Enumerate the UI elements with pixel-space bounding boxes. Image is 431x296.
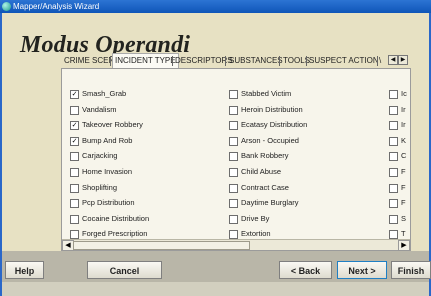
- option-label: Child Abuse: [241, 167, 282, 176]
- help-button[interactable]: Help: [5, 261, 44, 279]
- option-label: Bank Robbery: [241, 151, 289, 161]
- tab-scroll-right-icon[interactable]: ▶: [398, 55, 408, 65]
- tab-descriptors[interactable]: DESCRIPTORS: [175, 54, 233, 67]
- option-label: Takeover Robbery: [82, 120, 143, 130]
- tab-separator: [279, 56, 280, 66]
- window-title: Mapper/Analysis Wizard: [13, 2, 100, 11]
- option-label: S: [401, 213, 407, 223]
- tab-separator: [225, 56, 226, 66]
- option-label: Ic: [401, 89, 407, 98]
- option-label: Forged Prescription: [82, 229, 148, 239]
- option-label: K: [401, 135, 407, 145]
- horizontal-scrollbar[interactable]: ◀ ▶: [62, 239, 410, 251]
- option-label: Ir: [401, 120, 406, 130]
- option-label: Stabbed Victim: [241, 89, 292, 98]
- scrollbar-thumb[interactable]: [73, 241, 250, 250]
- option-label: Daytime Burglary: [241, 198, 299, 208]
- checkbox[interactable]: [389, 168, 398, 177]
- tab-truncated[interactable]: \: [379, 54, 381, 67]
- checkbox[interactable]: [229, 168, 238, 177]
- option-label: Shoplifting: [82, 182, 118, 192]
- option-label: Drive By: [241, 213, 270, 223]
- tab-suspect-action[interactable]: SUSPECT ACTION: [309, 54, 379, 67]
- option-label: Ir: [401, 104, 406, 114]
- checkbox[interactable]: ✓: [70, 136, 79, 146]
- checkbox[interactable]: [389, 199, 398, 209]
- scroll-right-icon[interactable]: ▶: [398, 240, 410, 251]
- checkbox[interactable]: [389, 183, 398, 193]
- checkbox[interactable]: [229, 152, 238, 162]
- checkbox[interactable]: [389, 105, 398, 115]
- option-label: Vandalism: [82, 104, 117, 114]
- option-label: F: [401, 167, 406, 176]
- finish-button[interactable]: Finish: [391, 261, 431, 279]
- checkbox[interactable]: ✓: [70, 121, 79, 131]
- checkbox[interactable]: [70, 168, 79, 177]
- footer-strip: [2, 282, 429, 296]
- option-label: T: [401, 229, 406, 239]
- tab-separator: [306, 56, 307, 66]
- checkbox[interactable]: [229, 214, 238, 224]
- checkbox[interactable]: [229, 199, 238, 209]
- tab-separator: [377, 56, 378, 66]
- option-label: C: [401, 151, 407, 161]
- tab-scroll-left-icon[interactable]: ◀: [388, 55, 398, 65]
- checkbox[interactable]: [70, 199, 79, 209]
- tab-separator: [172, 56, 173, 66]
- option-label: Home Invasion: [82, 167, 133, 176]
- tab-incident-type[interactable]: INCIDENT TYPE: [112, 53, 179, 68]
- option-label: Bump And Rob: [82, 135, 133, 145]
- checkbox[interactable]: [229, 90, 238, 99]
- option-label: F: [401, 182, 406, 192]
- option-label: F: [401, 198, 406, 208]
- option-label: Cocaine Distribution: [82, 213, 150, 223]
- incident-type-panel: ✓ Smash_Grab Vandalism ✓ Takeover Robbery ✓ Bu…: [61, 68, 411, 251]
- option-label: Ecatasy Distribution: [241, 120, 308, 130]
- checkbox[interactable]: [389, 121, 398, 131]
- back-button[interactable]: < Back: [279, 261, 332, 279]
- option-label: Heroin Distribution: [241, 104, 303, 114]
- checkbox[interactable]: [389, 90, 398, 99]
- checkbox[interactable]: [389, 136, 398, 146]
- option-label: Contract Case: [241, 182, 289, 192]
- checkbox[interactable]: [229, 136, 238, 146]
- checkbox[interactable]: [70, 214, 79, 224]
- next-button[interactable]: Next >: [337, 261, 387, 279]
- checkbox[interactable]: [229, 105, 238, 115]
- option-label: Arson - Occupied: [241, 135, 299, 145]
- option-label: Smash_Grab: [82, 89, 127, 98]
- cancel-button[interactable]: Cancel: [87, 261, 162, 279]
- tab-bar: CRIME SCENE INCIDENT TYPE DESCRIPTORS SU…: [61, 53, 409, 68]
- checkbox[interactable]: [229, 183, 238, 193]
- checkbox[interactable]: [389, 214, 398, 224]
- title-bar[interactable]: Mapper/Analysis Wizard: [0, 0, 431, 13]
- checkbox[interactable]: [70, 183, 79, 193]
- tab-substances[interactable]: SUBSTANCES: [229, 54, 283, 67]
- checkbox[interactable]: [70, 105, 79, 115]
- option-label: Carjacking: [82, 151, 118, 161]
- checkbox[interactable]: ✓: [70, 90, 79, 99]
- app-icon: [2, 2, 11, 11]
- tab-separator: [110, 56, 111, 66]
- checkbox[interactable]: [70, 152, 79, 162]
- wizard-window: Mapper/Analysis Wizard Modus Operandi CR…: [0, 0, 431, 296]
- option-label: Pcp Distribution: [82, 198, 135, 208]
- checkbox[interactable]: [229, 121, 238, 131]
- checkbox[interactable]: [389, 152, 398, 162]
- option-label: Extortion: [241, 229, 271, 239]
